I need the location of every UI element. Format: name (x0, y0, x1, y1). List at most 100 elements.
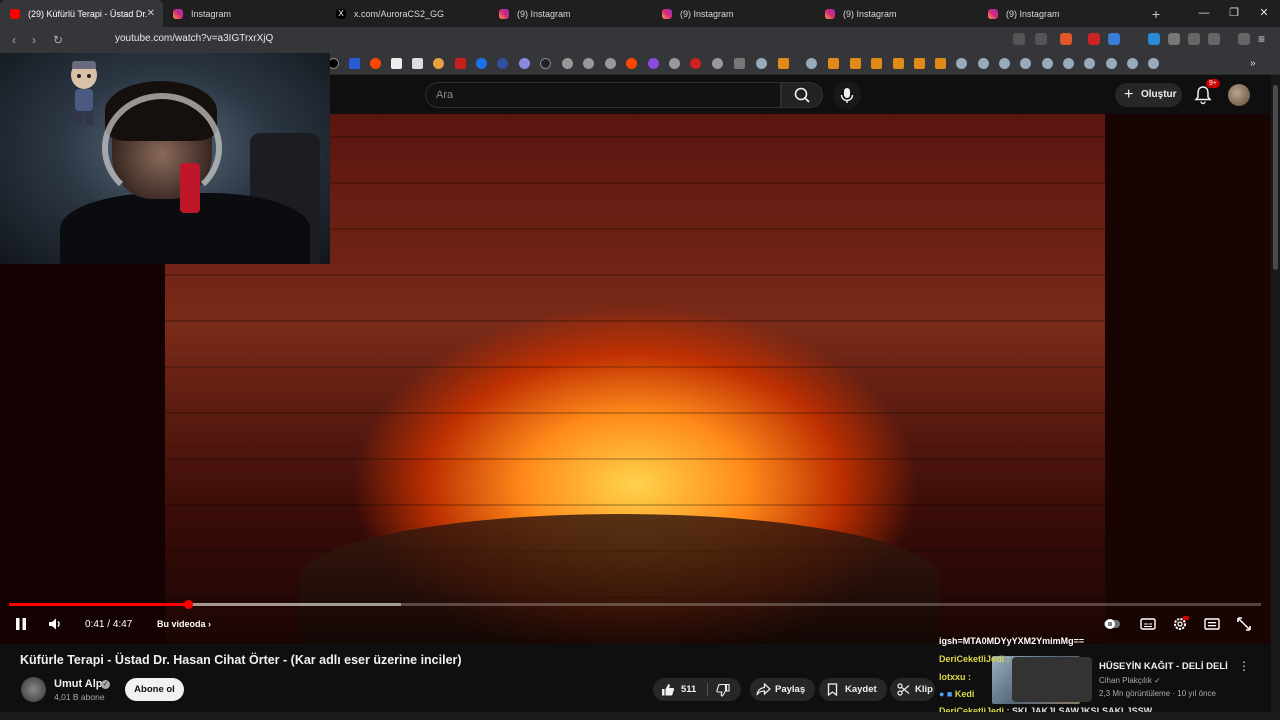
extension-icon[interactable] (1168, 33, 1180, 45)
tab-instagram[interactable]: (9) Instagram (978, 0, 1141, 27)
bookmark-icon[interactable] (391, 58, 402, 69)
autoplay-toggle-icon[interactable] (1103, 616, 1121, 632)
tab-youtube-active[interactable]: (29) Küfürlü Terapi - Üstad Dr. ✕ (0, 0, 163, 27)
bookmark-icon[interactable] (828, 58, 839, 69)
menu-icon[interactable]: ≡ (1258, 33, 1270, 45)
bookmark-icon[interactable] (669, 58, 680, 69)
bookmark-icon[interactable] (412, 58, 423, 69)
dislike-thumb-icon[interactable] (716, 684, 730, 697)
tab-title: x.com/AuroraCS2_GG (354, 8, 445, 19)
minimize-button[interactable]: — (1188, 0, 1220, 27)
scrubber-handle[interactable] (184, 600, 194, 609)
bookmark-icon[interactable] (850, 58, 861, 69)
restore-button[interactable]: ❐ (1218, 0, 1250, 27)
share-button[interactable]: Paylaş (750, 678, 815, 701)
reddit-icon[interactable] (370, 58, 381, 69)
channel-name[interactable]: Umut Alp (54, 678, 102, 690)
steam-icon[interactable] (1042, 58, 1053, 69)
steam-icon[interactable] (1127, 58, 1138, 69)
tab-instagram[interactable]: (9) Instagram (815, 0, 978, 27)
pause-icon[interactable] (13, 616, 29, 632)
bookmark-icon[interactable] (871, 58, 882, 69)
recommended-video-thumbnail[interactable] (1012, 657, 1092, 702)
steam-icon[interactable] (806, 58, 817, 69)
subtitles-icon[interactable] (1139, 616, 1157, 632)
tab-instagram[interactable]: (9) Instagram (489, 0, 652, 27)
search-button[interactable] (781, 82, 823, 108)
brave-shield-icon[interactable] (1060, 33, 1072, 45)
puzzle-icon[interactable] (1188, 33, 1200, 45)
save-button[interactable]: Kaydet (819, 678, 887, 701)
settings-gear-icon[interactable] (1171, 616, 1189, 632)
more-bookmarks-icon[interactable]: » (1250, 58, 1261, 69)
steam-icon[interactable] (1020, 58, 1031, 69)
reddit-icon[interactable] (626, 58, 637, 69)
back-icon[interactable]: ‹ (4, 33, 24, 47)
page-scrollbar[interactable] (1271, 75, 1280, 720)
music-icon[interactable] (1238, 33, 1250, 45)
new-tab-button[interactable]: + (1141, 6, 1171, 22)
bookmark-icon[interactable] (583, 58, 594, 69)
bookmark-icon[interactable] (648, 58, 659, 69)
bookmark-icon[interactable] (476, 58, 487, 69)
bookmark-icon[interactable] (914, 58, 925, 69)
steam-icon[interactable] (1063, 58, 1074, 69)
progress-bar[interactable] (9, 600, 1261, 609)
url-field[interactable]: youtube.com/watch?v=a3IGTrxrXjQ (115, 33, 273, 44)
cast-icon[interactable] (1013, 33, 1025, 45)
miniplayer-icon[interactable] (1203, 616, 1221, 632)
bookmark-icon[interactable] (712, 58, 723, 69)
bookmark-icon[interactable] (605, 58, 616, 69)
steam-icon[interactable] (1106, 58, 1117, 69)
steam-icon[interactable] (1148, 58, 1159, 69)
tab-instagram[interactable]: (9) Instagram (652, 0, 815, 27)
steam-icon[interactable] (756, 58, 767, 69)
bookmark-icon[interactable] (893, 58, 904, 69)
channel-avatar[interactable] (21, 677, 46, 702)
bookmark-icon[interactable] (935, 58, 946, 69)
recommended-video-title[interactable]: HÜSEYİN KAĞIT - DELİ DELİ (1099, 661, 1228, 672)
reload-icon[interactable]: ↻ (48, 33, 68, 47)
close-window-button[interactable]: ✕ (1248, 0, 1280, 27)
create-button[interactable]: + Oluştur (1115, 83, 1182, 107)
share-icon[interactable] (1035, 33, 1047, 45)
like-dislike-group: 511 (653, 678, 741, 701)
volume-icon[interactable] (47, 616, 63, 632)
user-avatar[interactable] (1228, 84, 1250, 106)
tab-x[interactable]: X x.com/AuroraCS2_GG (326, 0, 489, 27)
steam-icon[interactable] (978, 58, 989, 69)
kick-icon[interactable] (540, 58, 551, 69)
instagram-icon (173, 8, 183, 19)
extension-icon[interactable] (1108, 33, 1120, 45)
tab-title: (9) Instagram (1006, 8, 1060, 19)
bookmark-icon[interactable] (778, 58, 789, 69)
folder-icon[interactable] (734, 58, 745, 69)
clip-button[interactable]: Klip (890, 678, 935, 701)
bookmark-icon[interactable] (455, 58, 466, 69)
steam-icon[interactable] (999, 58, 1010, 69)
tab-title: (9) Instagram (517, 8, 571, 19)
extension-icon[interactable] (1088, 33, 1100, 45)
bookmark-icon[interactable] (562, 58, 573, 69)
search-input[interactable]: Ara (425, 82, 781, 108)
scrollbar-thumb[interactable] (1273, 85, 1278, 270)
chapter-button[interactable]: Bu videoda › (157, 619, 211, 629)
tab-instagram[interactable]: Instagram (163, 0, 326, 27)
steam-icon[interactable] (1084, 58, 1095, 69)
forward-icon[interactable]: › (24, 33, 44, 47)
voice-search-button[interactable] (833, 81, 861, 109)
more-options-icon[interactable]: ⋮ (1238, 659, 1250, 673)
bookmark-icon[interactable] (690, 58, 701, 69)
fullscreen-icon[interactable] (1235, 616, 1253, 632)
bookmark-icon[interactable] (519, 58, 530, 69)
steam-icon[interactable] (956, 58, 967, 69)
subscribe-button[interactable]: Abone ol (125, 678, 184, 701)
close-tab-icon[interactable]: ✕ (147, 8, 155, 19)
bookmark-icon[interactable] (349, 58, 360, 69)
like-thumb-icon[interactable] (661, 683, 675, 696)
bookmark-icon[interactable] (497, 58, 508, 69)
extension-icon[interactable] (1148, 33, 1160, 45)
sidebar-icon[interactable] (1208, 33, 1220, 45)
page-bottom-strip (0, 712, 1280, 720)
bookmark-icon[interactable] (433, 58, 444, 69)
